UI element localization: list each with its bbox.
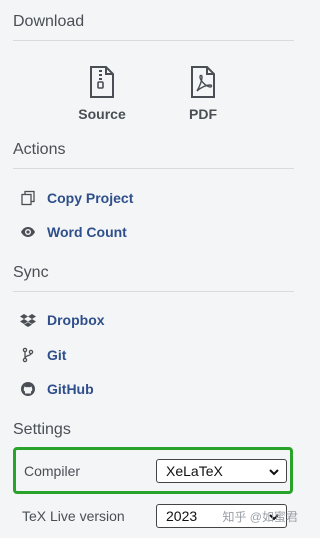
- github-icon: [21, 382, 35, 396]
- actions-section-title: Actions: [13, 141, 66, 158]
- download-pdf-button[interactable]: PDF: [168, 66, 238, 128]
- git-icon: [22, 347, 34, 363]
- source-label: Source: [78, 106, 126, 122]
- compiler-label: Compiler: [24, 462, 81, 479]
- github-link[interactable]: GitHub: [20, 378, 94, 400]
- copy-project-link[interactable]: Copy Project: [20, 187, 133, 209]
- compiler-selected-value: XeLaTeX: [166, 462, 223, 479]
- compiler-setting-highlighted: Compiler XeLaTeX: [13, 447, 293, 494]
- pdf-file-icon: [191, 66, 215, 98]
- pdf-label: PDF: [189, 106, 217, 122]
- zip-file-icon: [90, 66, 114, 98]
- copy-project-label: Copy Project: [47, 190, 134, 206]
- download-section-title: Download: [13, 13, 85, 30]
- sync-section-title: Sync: [13, 264, 49, 281]
- github-label: GitHub: [47, 381, 94, 397]
- git-label: Git: [47, 347, 67, 363]
- eye-icon: [21, 227, 35, 237]
- dropbox-label: Dropbox: [47, 312, 105, 328]
- divider: [13, 168, 294, 169]
- download-source-button[interactable]: Source: [67, 66, 137, 128]
- word-count-link[interactable]: Word Count: [20, 221, 127, 243]
- project-menu-panel: Download Source PDF Actions Copy Project: [0, 0, 308, 538]
- divider: [13, 291, 294, 292]
- dropbox-link[interactable]: Dropbox: [20, 309, 105, 331]
- word-count-label: Word Count: [47, 224, 127, 240]
- compiler-select[interactable]: XeLaTeX: [156, 458, 287, 483]
- dropbox-icon: [20, 314, 36, 327]
- divider: [13, 40, 294, 41]
- settings-section-title: Settings: [13, 421, 71, 438]
- copy-icon: [21, 190, 35, 206]
- texlive-label: TeX Live version: [22, 508, 125, 524]
- chevron-down-icon: [269, 468, 279, 475]
- git-link[interactable]: Git: [20, 344, 66, 366]
- watermark-text: 知乎 @如蜜君: [222, 510, 298, 524]
- texlive-selected-value: 2023: [166, 508, 198, 524]
